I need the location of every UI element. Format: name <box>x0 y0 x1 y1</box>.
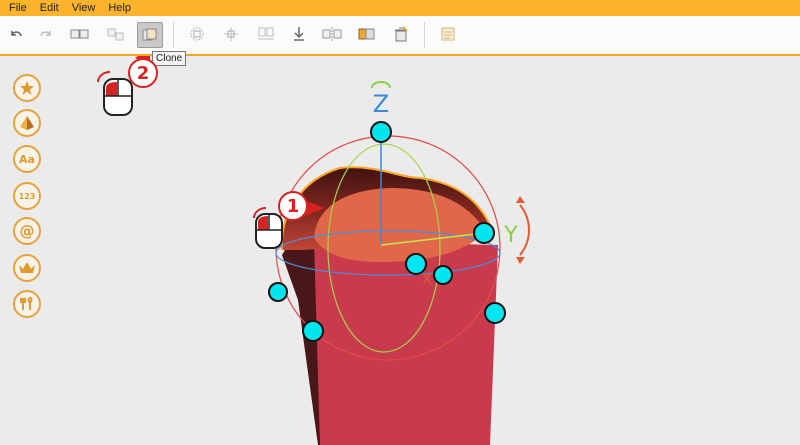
notes-button[interactable] <box>436 22 460 46</box>
drop-to-floor-button[interactable] <box>287 22 311 46</box>
distribute-button[interactable] <box>219 22 243 46</box>
toolbar-separator <box>173 22 174 48</box>
undo-button[interactable] <box>4 22 28 46</box>
clone-button[interactable] <box>137 22 163 48</box>
ungroup-button[interactable] <box>104 22 128 46</box>
delete-button[interactable] <box>389 22 413 46</box>
cylinder-body[interactable] <box>314 240 498 445</box>
menu-file[interactable]: File <box>9 2 27 14</box>
callout-step-1: 1 <box>278 191 308 221</box>
undo-icon <box>11 31 22 37</box>
center-handle[interactable] <box>405 253 427 275</box>
callout-step-2: 2 <box>128 58 158 88</box>
x-axis-label: X <box>422 272 432 288</box>
menu-bar: File Edit View Help <box>0 0 800 16</box>
download-arrow-icon <box>294 27 304 41</box>
boolean-button[interactable] <box>355 22 379 46</box>
z-axis-label: Z <box>373 90 389 118</box>
group-button[interactable] <box>68 22 92 46</box>
align-button[interactable] <box>185 22 209 46</box>
y-rotate-arrow-head-icon <box>516 196 525 203</box>
x-handle[interactable] <box>433 265 453 285</box>
menu-help[interactable]: Help <box>108 2 131 14</box>
3d-viewport[interactable]: Z Y X <box>0 56 800 445</box>
z-handle[interactable] <box>370 121 392 143</box>
right-handle[interactable] <box>484 302 506 324</box>
left-click-mouse-icon <box>253 207 283 249</box>
align-icon <box>190 27 204 41</box>
toolbar <box>0 16 800 56</box>
y-rotate-arrow-icon <box>519 204 530 256</box>
group-objects-icon <box>70 29 89 39</box>
notes-icon <box>441 27 455 41</box>
redo-icon <box>40 31 51 37</box>
trash-icon <box>395 26 408 42</box>
y-axis-label: Y <box>503 223 518 248</box>
mirror-icon <box>322 27 342 41</box>
toolbar-separator <box>424 22 425 48</box>
left-handle[interactable] <box>268 282 288 302</box>
menu-edit[interactable]: Edit <box>40 2 59 14</box>
distribute-icon <box>224 27 238 41</box>
z-rotate-arrow-icon <box>371 81 391 89</box>
redo-button[interactable] <box>34 22 58 46</box>
mirror-button[interactable] <box>320 22 344 46</box>
ungroup-objects-icon <box>107 28 124 41</box>
boxes-icon <box>358 28 375 40</box>
bottom-left-handle[interactable] <box>302 320 324 342</box>
left-click-mouse-icon <box>97 71 133 116</box>
clone-icon <box>142 28 157 41</box>
layout-icon <box>258 27 274 40</box>
menu-view[interactable]: View <box>72 2 96 14</box>
y-handle[interactable] <box>473 222 495 244</box>
layout-button[interactable] <box>254 22 278 46</box>
y-rotate-arrow-head-icon <box>516 257 525 264</box>
